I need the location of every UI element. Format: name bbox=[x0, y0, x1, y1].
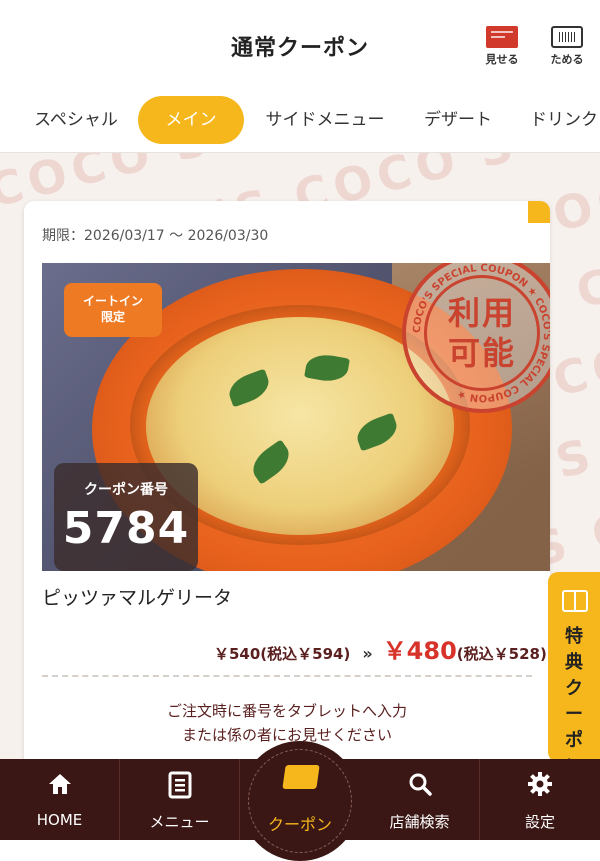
app-header: 通常クーポン 見せる ためる bbox=[0, 0, 600, 92]
nav-store-search[interactable]: 店舗検索 bbox=[360, 759, 480, 840]
category-tabs: スペシャル メイン サイドメニュー デザート ドリンク bbox=[0, 92, 600, 153]
nav-settings[interactable]: 設定 bbox=[480, 759, 600, 840]
home-icon bbox=[0, 771, 119, 804]
double-arrow-icon: » bbox=[362, 644, 373, 663]
nav-menu[interactable]: メニュー bbox=[120, 759, 240, 840]
coupon-icon bbox=[282, 765, 320, 789]
show-button[interactable]: 見せる bbox=[480, 26, 524, 67]
bottom-navigation: HOME メニュー クーポン 店舗検索 設定 bbox=[0, 741, 600, 861]
gear-icon bbox=[480, 771, 600, 804]
available-stamp: COCO'S SPECIAL COUPON ★ COCO'S SPECIAL C… bbox=[402, 263, 550, 413]
product-name: ピッツァマルゲリータ bbox=[42, 587, 233, 609]
coupon-period: 期限：2026/03/17 〜 2026/03/30 bbox=[42, 228, 269, 244]
product-image: イートイン 限定 COCO'S SPECIAL COUPON ★ COCO'S … bbox=[42, 263, 550, 571]
tab-drink[interactable]: ドリンク bbox=[530, 96, 600, 144]
show-card-icon bbox=[486, 26, 518, 48]
eat-in-only-badge: イートイン 限定 bbox=[64, 283, 162, 337]
tab-dessert[interactable]: デザート bbox=[420, 96, 496, 144]
barcode-icon bbox=[551, 26, 583, 48]
coupon-number-label: クーポン番号 bbox=[84, 482, 168, 498]
nav-coupon[interactable]: クーポン bbox=[240, 741, 360, 861]
save-label: ためる bbox=[550, 53, 584, 66]
save-points-button[interactable]: ためる bbox=[545, 26, 589, 67]
coupon-list[interactable]: COCO'S COCO'S COCO'S COCO'S COCO'S COCO'… bbox=[0, 153, 600, 759]
tab-side-menu[interactable]: サイドメニュー bbox=[262, 96, 388, 144]
gift-icon bbox=[562, 590, 588, 612]
coupon-number-box: クーポン番号 5784 bbox=[54, 463, 198, 571]
discount-price-tax: (税込￥528) bbox=[456, 645, 547, 663]
coupon-card[interactable]: 期限：2026/03/17 〜 2026/03/30 イートイン 限定 COCO… bbox=[24, 201, 550, 759]
search-icon bbox=[360, 771, 479, 804]
menu-icon bbox=[120, 771, 239, 806]
special-coupon-tab[interactable]: 特典クーポン bbox=[548, 572, 600, 777]
price-row: ￥540(税込￥594) » ￥480(税込￥528) bbox=[214, 631, 547, 666]
nav-home[interactable]: HOME bbox=[0, 759, 120, 840]
dashed-divider bbox=[42, 675, 532, 677]
special-coupon-label: 特典クーポン bbox=[565, 626, 583, 777]
tab-main[interactable]: メイン bbox=[138, 96, 244, 144]
card-corner-tag bbox=[528, 201, 550, 223]
tab-special[interactable]: スペシャル bbox=[28, 96, 124, 144]
discount-price: ￥480 bbox=[382, 637, 457, 665]
show-label: 見せる bbox=[485, 53, 519, 66]
coupon-number: 5784 bbox=[62, 503, 190, 554]
original-price: ￥540(税込￥594) bbox=[214, 645, 351, 663]
usage-instructions: ご注文時に番号をタブレットへ入力 または係の者にお見せください bbox=[166, 702, 407, 744]
